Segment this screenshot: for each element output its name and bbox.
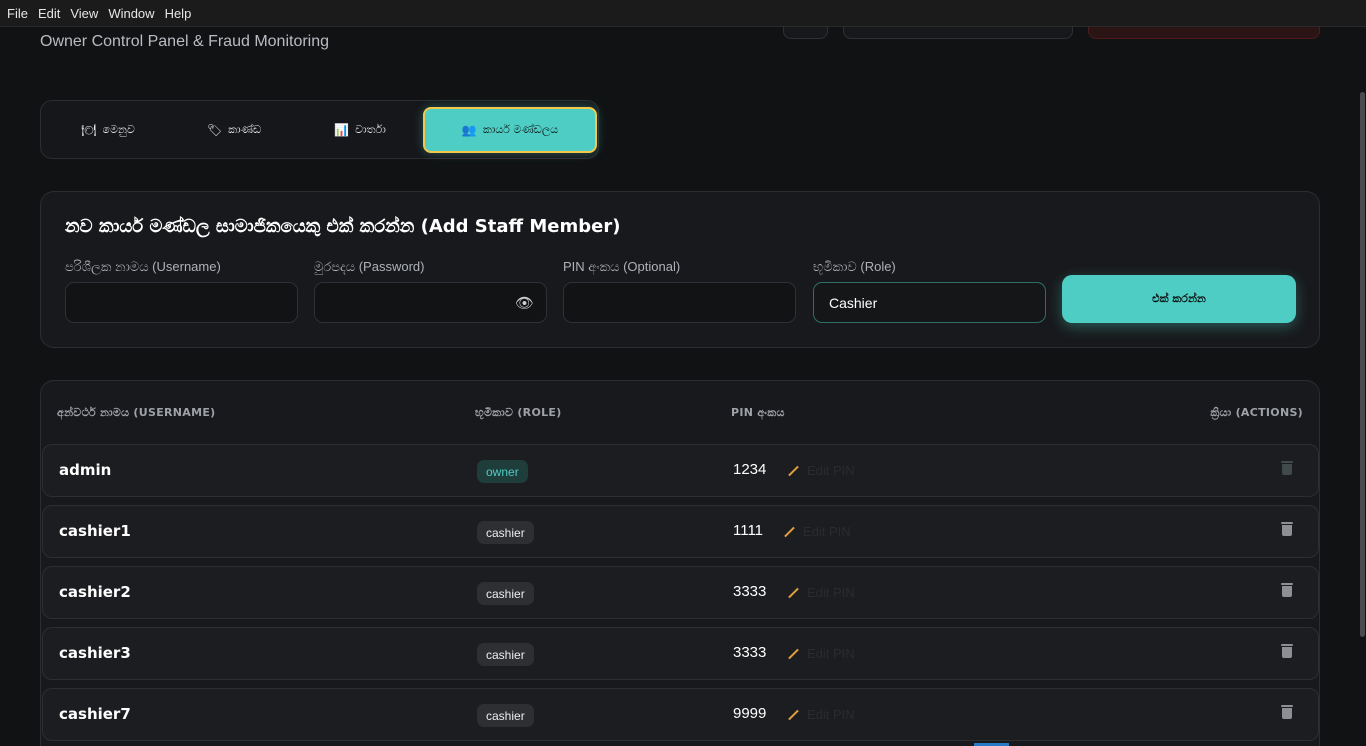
staff-table: අන්වර්ථ නාමය (USERNAME) භූමිකාව (ROLE) P… xyxy=(40,380,1320,746)
edit-pin-label: Edit PIN xyxy=(807,646,855,661)
menu-edit[interactable]: Edit xyxy=(33,6,65,21)
table-row: admin owner 1234 Edit PIN xyxy=(42,444,1319,497)
tab-menu[interactable]: 🍽 මෙනුව xyxy=(45,107,171,153)
header-icon-button[interactable] xyxy=(783,27,828,39)
users-icon: 👥 xyxy=(461,122,477,137)
menu-file[interactable]: File xyxy=(2,6,33,21)
eye-icon[interactable]: 👁 xyxy=(515,294,534,312)
row-username: cashier7 xyxy=(59,705,131,723)
tab-reports[interactable]: 📊 වාර්තා xyxy=(297,107,423,153)
bar-chart-icon: 📊 xyxy=(334,122,350,137)
trash-icon[interactable] xyxy=(1281,522,1293,536)
row-pin: 3333 xyxy=(733,583,767,600)
row-username: cashier3 xyxy=(59,644,131,662)
menu-help[interactable]: Help xyxy=(160,6,197,21)
edit-pin-button[interactable]: Edit PIN xyxy=(787,585,855,600)
menu-window[interactable]: Window xyxy=(103,6,159,21)
column-header-role: භූමිකාව (ROLE) xyxy=(475,406,562,419)
row-pin: 1111 xyxy=(733,522,764,539)
add-staff-card: නව කාර්ය මණ්ඩල සාමාජිකයෙකු එක් කරන්න (Ad… xyxy=(40,191,1320,348)
column-header-username: අන්වර්ථ නාමය (USERNAME) xyxy=(57,406,216,419)
table-row: cashier3 cashier 3333 Edit PIN xyxy=(42,627,1319,680)
row-pin: 9999 xyxy=(733,705,767,722)
edit-pin-button[interactable]: Edit PIN xyxy=(783,524,851,539)
username-label: පරිශීලක නාමය (Username) xyxy=(65,259,221,274)
column-header-actions: ක්‍රියා (ACTIONS) xyxy=(1210,406,1303,419)
row-username: admin xyxy=(59,461,112,479)
pencil-icon xyxy=(788,648,799,659)
pencil-icon xyxy=(784,526,795,537)
role-badge: cashier xyxy=(477,643,534,666)
row-username: cashier2 xyxy=(59,583,131,601)
edit-pin-button[interactable]: Edit PIN xyxy=(787,463,855,478)
menu-bar: File Edit View Window Help xyxy=(0,0,1366,27)
edit-pin-label: Edit PIN xyxy=(807,463,855,478)
edit-pin-label: Edit PIN xyxy=(807,707,855,722)
trash-icon[interactable] xyxy=(1281,461,1293,475)
tag-icon: 🏷 xyxy=(206,122,223,137)
edit-pin-button[interactable]: Edit PIN xyxy=(787,707,855,722)
username-input[interactable] xyxy=(65,282,298,323)
table-row: cashier7 cashier 9999 Edit PIN xyxy=(42,688,1319,741)
tab-label: මෙනුව xyxy=(102,122,135,136)
role-badge: cashier xyxy=(477,704,534,727)
password-input[interactable]: 👁 xyxy=(314,282,547,323)
table-row: cashier2 cashier 3333 Edit PIN xyxy=(42,566,1319,619)
pin-label: PIN අංකය (Optional) xyxy=(563,259,681,274)
row-username: cashier1 xyxy=(59,522,131,540)
edit-pin-label: Edit PIN xyxy=(803,524,851,539)
table-row: cashier1 cashier 1111 Edit PIN xyxy=(42,505,1319,558)
tab-categories[interactable]: 🏷 කාණ්ඩ xyxy=(171,107,297,153)
pencil-icon xyxy=(788,587,799,598)
menu-view[interactable]: View xyxy=(65,6,103,21)
tab-label: කාණ්ඩ xyxy=(228,122,262,136)
tab-label: කාර්ය මණ්ඩලය xyxy=(482,122,559,136)
password-label: මුරපදය (Password) xyxy=(314,259,425,274)
trash-icon[interactable] xyxy=(1281,705,1293,719)
role-label: භූමිකාව (Role) xyxy=(813,259,896,274)
tab-bar: 🍽 මෙනුව 🏷 කාණ්ඩ 📊 වාර්තා 👥 කාර්ය මණ්ඩලය xyxy=(40,100,599,159)
edit-pin-label: Edit PIN xyxy=(807,585,855,600)
plate-icon: 🍽 xyxy=(81,122,97,137)
edit-pin-button[interactable]: Edit PIN xyxy=(787,646,855,661)
header-info-button[interactable] xyxy=(843,27,1073,39)
add-staff-button[interactable]: එක් කරන්න xyxy=(1062,275,1296,323)
add-staff-title: නව කාර්ය මණ්ඩල සාමාජිකයෙකු එක් කරන්න (Ad… xyxy=(65,216,621,237)
pencil-icon xyxy=(788,465,799,476)
scrollbar[interactable] xyxy=(1360,92,1365,637)
pin-input[interactable] xyxy=(563,282,796,323)
tab-label: වාර්තා xyxy=(355,122,386,136)
column-header-pin: PIN අංකය xyxy=(731,406,785,419)
row-pin: 3333 xyxy=(733,644,767,661)
pencil-icon xyxy=(788,709,799,720)
role-badge: cashier xyxy=(477,582,534,605)
tab-staff[interactable]: 👥 කාර්ය මණ්ඩලය xyxy=(423,106,597,153)
role-select[interactable]: Cashier xyxy=(813,282,1046,323)
trash-icon[interactable] xyxy=(1281,583,1293,597)
trash-icon[interactable] xyxy=(1281,644,1293,658)
role-badge: owner xyxy=(477,460,528,483)
role-badge: cashier xyxy=(477,521,534,544)
row-pin: 1234 xyxy=(733,461,767,478)
logout-button[interactable] xyxy=(1088,27,1320,39)
page-subtitle: Owner Control Panel & Fraud Monitoring xyxy=(40,33,330,50)
